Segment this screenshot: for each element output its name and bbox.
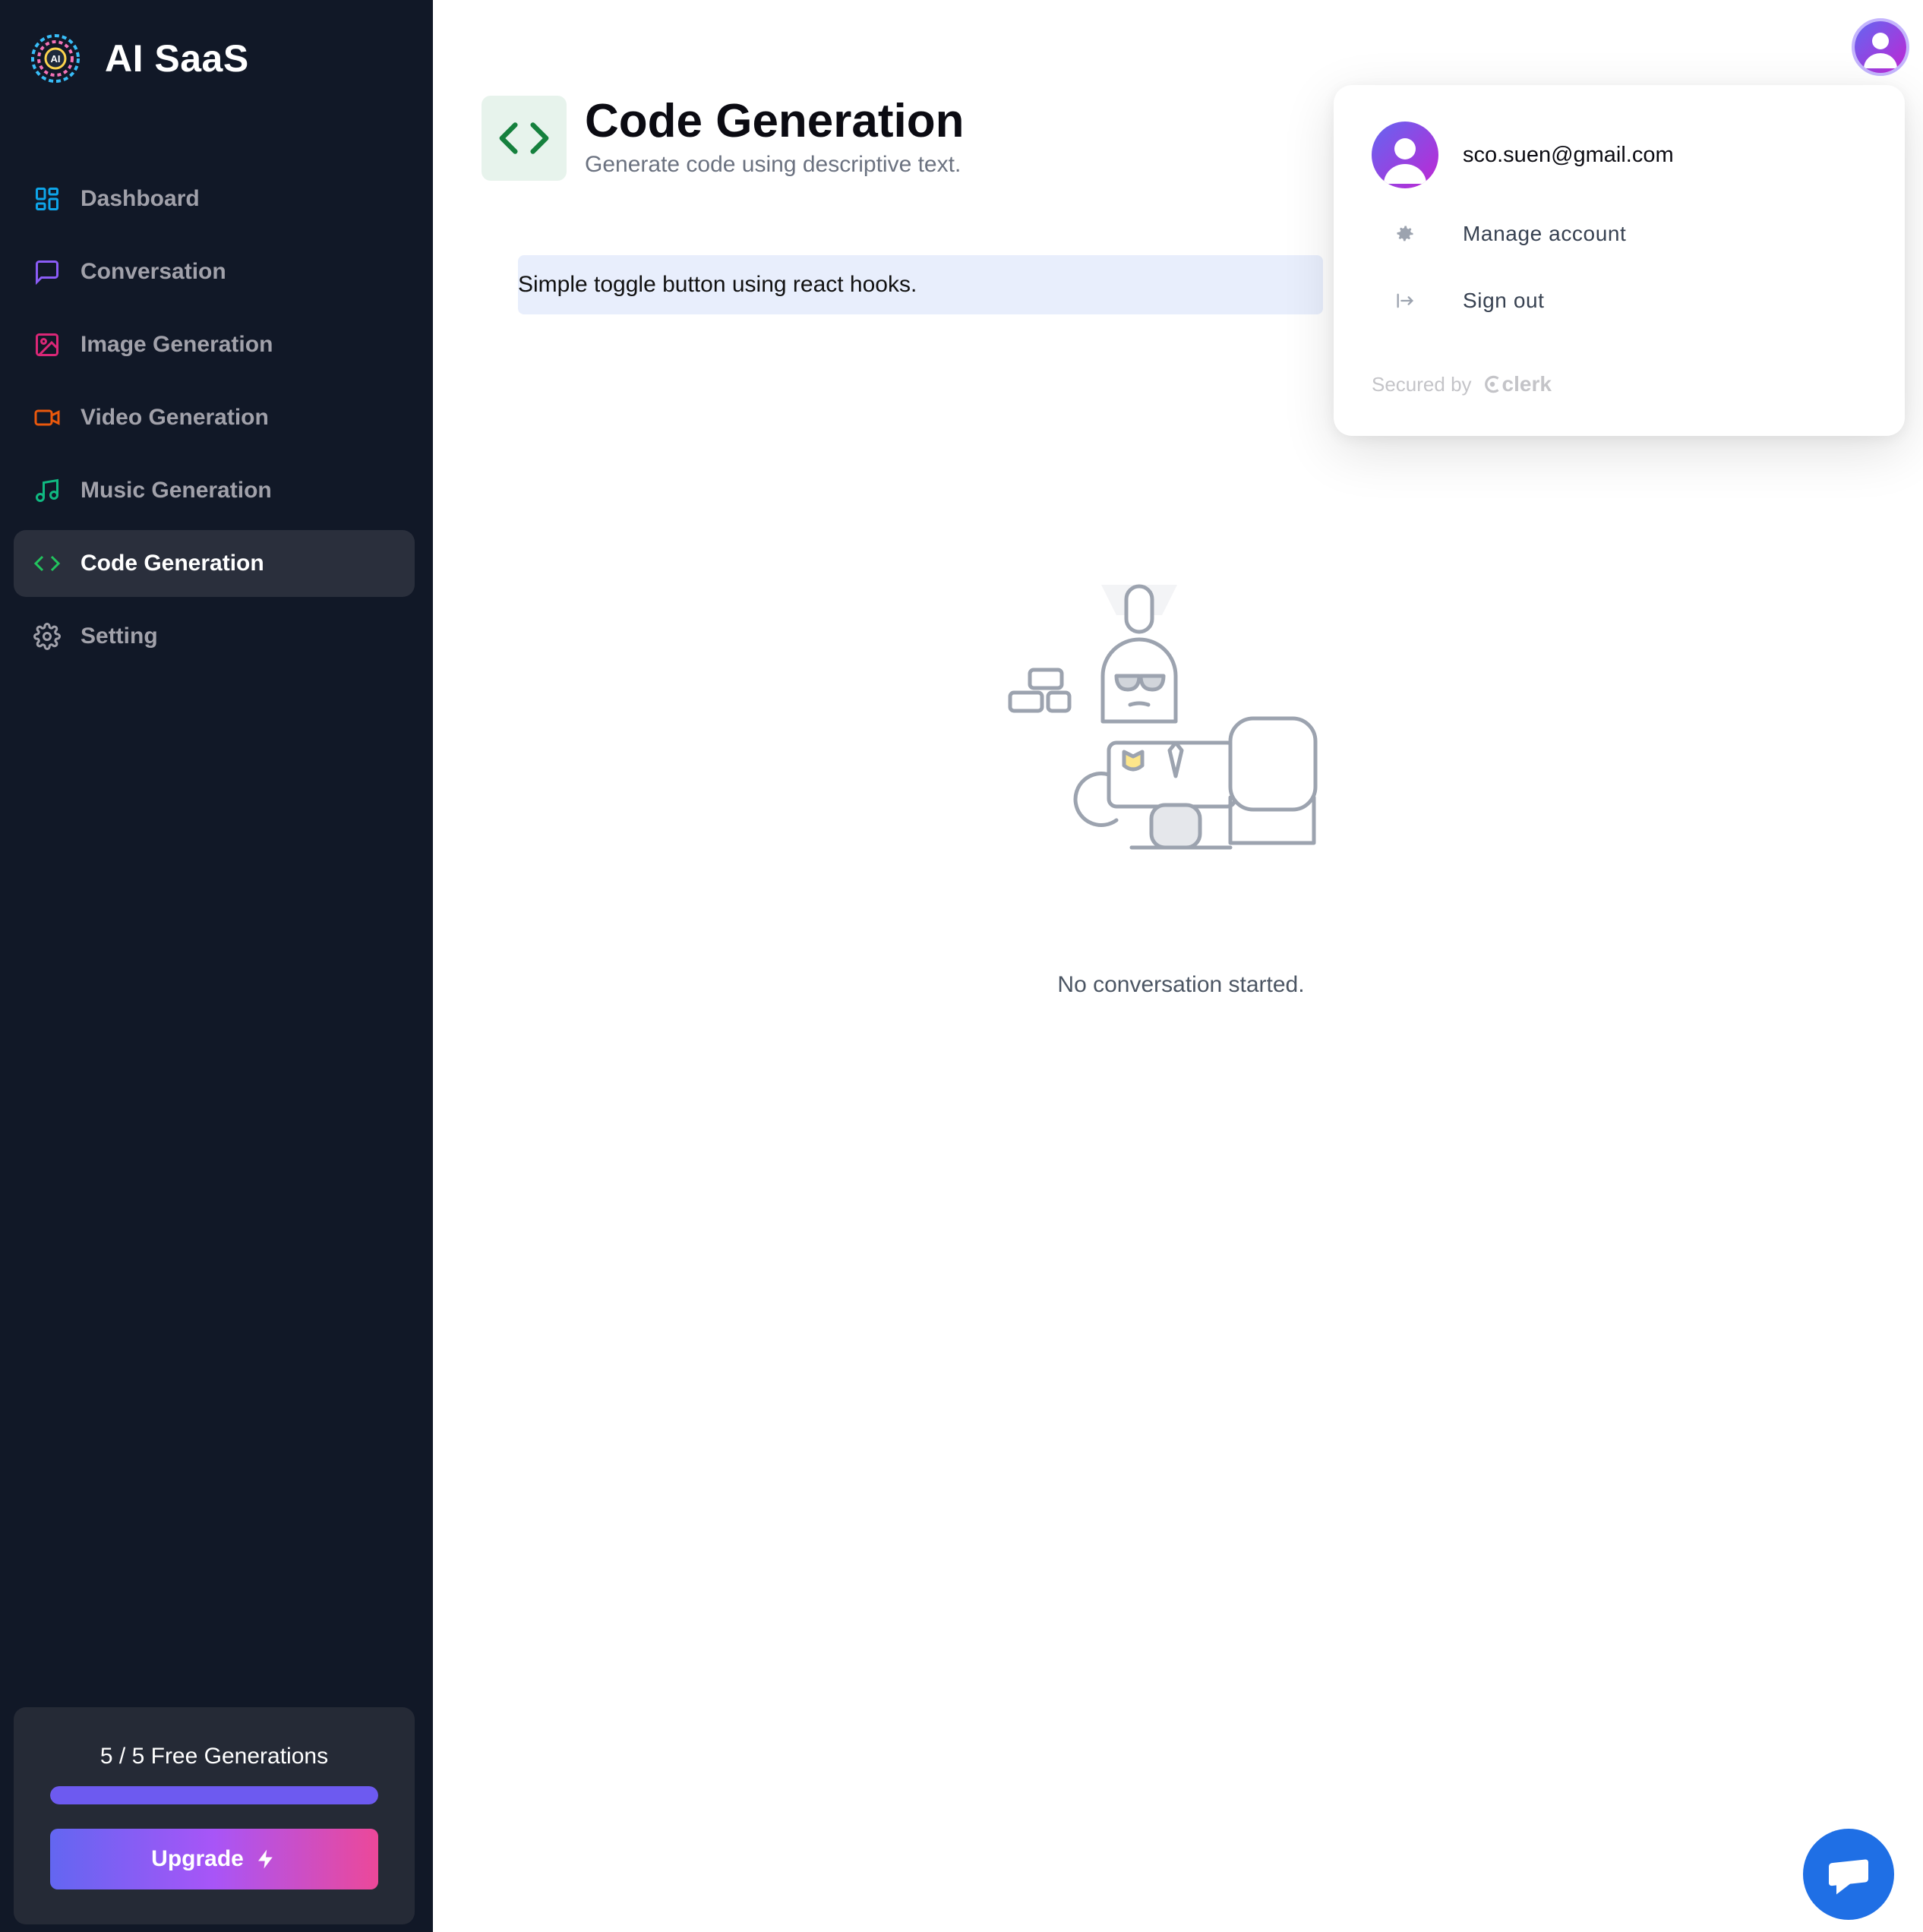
app-name: AI SaaS (105, 37, 249, 80)
video-icon (32, 402, 62, 433)
free-generations-progress-fill (50, 1786, 378, 1804)
sidebar-item-label: Dashboard (81, 186, 200, 211)
sidebar-item-label: Music Generation (81, 478, 272, 503)
user-email: sco.suen@gmail.com (1463, 143, 1674, 167)
free-generations-counter: 5 / 5 Free Generations (99, 1744, 329, 1769)
page-subtitle: Generate code using descriptive text. (585, 152, 962, 177)
message-square-icon (32, 257, 62, 287)
sidebar-item-image-generation[interactable]: Image Generation (14, 311, 415, 378)
sidebar-item-video-generation[interactable]: Video Generation (14, 384, 415, 451)
prompt-input[interactable]: Simple toggle button using react hooks. (518, 255, 1323, 314)
user-avatar-icon (1372, 122, 1438, 188)
chat-support-button[interactable] (1803, 1829, 1894, 1920)
page-header-icon (482, 96, 567, 181)
chat-bubble-icon (1829, 1859, 1868, 1895)
secured-by-footer: Secured by clerk (1372, 372, 1552, 396)
user-avatar-button[interactable] (1852, 18, 1909, 76)
page-title: Code Generation (585, 95, 965, 147)
sidebar-nav: Dashboard Conversation Image Generation … (14, 166, 415, 676)
sidebar-item-code-generation[interactable]: Code Generation (14, 530, 415, 597)
sidebar-item-label: Conversation (81, 259, 226, 284)
popover-avatar (1372, 122, 1438, 188)
free-generations-progress (50, 1786, 378, 1804)
sidebar-item-label: Setting (81, 623, 158, 649)
sidebar-item-dashboard[interactable]: Dashboard (14, 166, 415, 232)
manage-account-button[interactable]: Manage account (1372, 211, 1865, 257)
brain-logo-icon: AI (31, 34, 80, 83)
empty-state-text: No conversation started. (1057, 972, 1305, 997)
sidebar-item-setting[interactable]: Setting (14, 603, 415, 670)
clerk-logo-icon (1484, 375, 1499, 393)
music-icon (32, 475, 62, 506)
svg-text:AI: AI (51, 53, 61, 65)
empty-state-robot-illustration (1008, 584, 1318, 850)
code-icon (32, 548, 62, 579)
sidebar-item-label: Code Generation (81, 551, 264, 576)
sidebar: AI AI SaaS Dashboard Conversation Image … (0, 0, 433, 1932)
image-icon (32, 330, 62, 360)
sidebar-item-label: Image Generation (81, 332, 273, 357)
sidebar-item-label: Video Generation (81, 405, 269, 430)
upgrade-button-label: Upgrade (151, 1846, 244, 1871)
code-icon (499, 122, 549, 154)
user-menu-popover: sco.suen@gmail.com Manage account Sign o… (1334, 85, 1905, 436)
gear-icon (1388, 217, 1422, 251)
sidebar-item-conversation[interactable]: Conversation (14, 238, 415, 305)
sign-out-icon (1388, 284, 1422, 317)
sign-out-label: Sign out (1463, 289, 1545, 312)
zap-icon (257, 1849, 273, 1869)
dashboard-icon (32, 184, 62, 214)
secured-by-text: Secured by (1372, 372, 1472, 396)
clerk-logo[interactable]: clerk (1483, 372, 1552, 396)
manage-account-label: Manage account (1463, 222, 1627, 245)
sign-out-button[interactable]: Sign out (1372, 278, 1865, 324)
sidebar-item-music-generation[interactable]: Music Generation (14, 457, 415, 524)
user-avatar-icon (1855, 21, 1906, 73)
free-generations-card: 5 / 5 Free Generations Upgrade (14, 1707, 415, 1924)
settings-icon (32, 621, 62, 652)
clerk-logo-text: clerk (1501, 372, 1552, 396)
upgrade-button[interactable]: Upgrade (50, 1829, 378, 1889)
brand[interactable]: AI AI SaaS (30, 33, 249, 84)
